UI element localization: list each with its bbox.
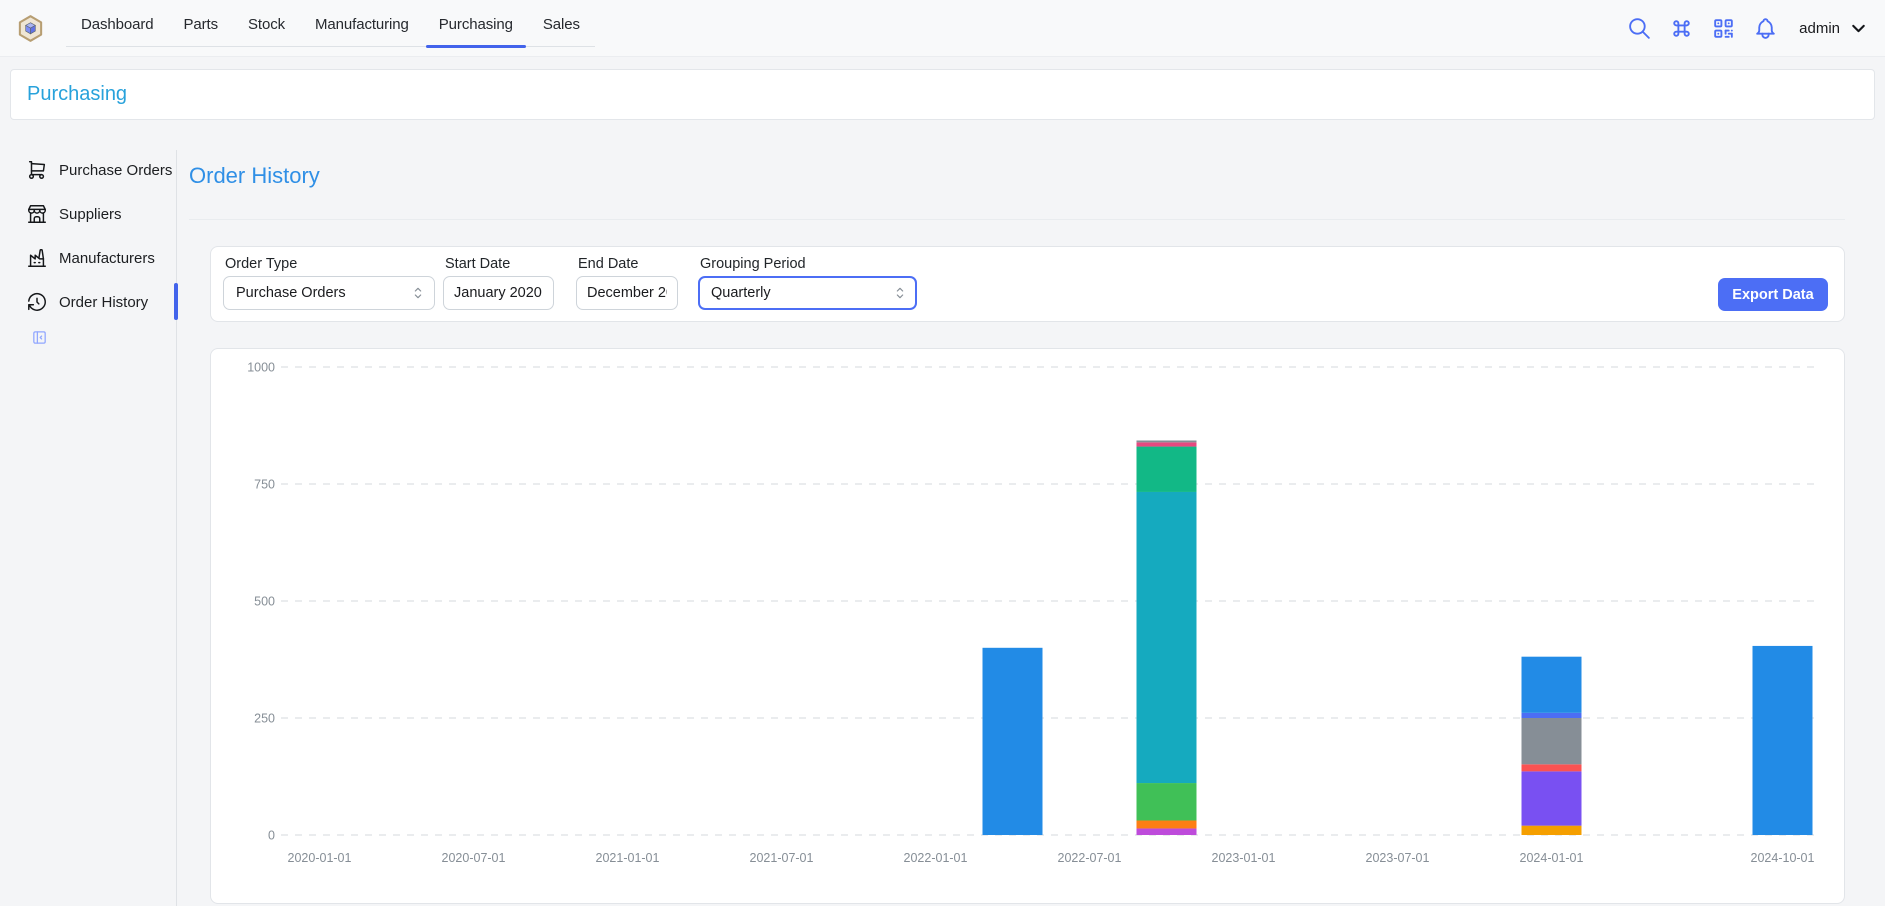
bar-segment-2022-10-01[interactable]	[1137, 440, 1197, 442]
nav-tab-sales[interactable]: Sales	[528, 3, 595, 46]
notifications-bell-icon[interactable]	[1753, 16, 1778, 41]
x-axis-tick-label: 2022-07-01	[1058, 851, 1122, 865]
x-axis-tick-label: 2024-01-01	[1520, 851, 1584, 865]
sidebar-item-label: Purchase Orders	[59, 162, 172, 179]
title-divider	[189, 219, 1845, 220]
bar-segment-2024-01-01[interactable]	[1522, 826, 1582, 835]
purchasing-sidebar: Purchase Orders Suppliers Manufacturers …	[26, 148, 174, 324]
nav-tab-parts[interactable]: Parts	[168, 3, 233, 46]
breadcrumb-purchasing-link[interactable]: Purchasing	[27, 83, 127, 106]
end-date-filter: End Date	[576, 256, 678, 310]
sidebar-item-order-history[interactable]: Order History	[26, 280, 174, 324]
command-palette-icon[interactable]	[1669, 16, 1694, 41]
x-axis-tick-label: 2022-01-01	[904, 851, 968, 865]
bar-segment-2024-01-01[interactable]	[1522, 657, 1582, 713]
sidebar-item-label: Suppliers	[59, 206, 122, 223]
bar-segment-2022-04-01[interactable]	[983, 648, 1043, 835]
factory-icon	[26, 247, 48, 269]
y-axis-tick-label: 500	[254, 595, 275, 609]
x-axis-tick-label: 2023-01-01	[1212, 851, 1276, 865]
x-axis-tick-label: 2021-01-01	[596, 851, 660, 865]
end-date-input[interactable]	[576, 276, 678, 310]
user-menu[interactable]: admin	[1799, 18, 1869, 39]
bar-segment-2022-10-01[interactable]	[1137, 442, 1197, 446]
sidebar-divider	[176, 150, 177, 906]
start-date-filter: Start Date	[443, 256, 554, 310]
grouping-period-value: Quarterly	[711, 285, 771, 301]
navbar-actions: admin	[1627, 16, 1869, 41]
nav-tab-dashboard[interactable]: Dashboard	[66, 3, 168, 46]
x-axis-tick-label: 2020-07-01	[442, 851, 506, 865]
sidebar-item-label: Order History	[59, 294, 148, 311]
sidebar-active-indicator	[174, 283, 178, 320]
bar-segment-2022-10-01[interactable]	[1137, 820, 1197, 828]
bar-segment-2022-10-01[interactable]	[1137, 828, 1197, 835]
order-history-chart[interactable]: 0 250 500 750 1000 2020-01-01 2020-07-01 2021-0…	[211, 349, 1844, 903]
y-axis-tick-label: 0	[268, 829, 275, 843]
order-type-value: Purchase Orders	[236, 285, 346, 301]
shopping-cart-icon	[26, 159, 48, 181]
inventree-logo-icon	[16, 14, 45, 43]
sidebar-item-manufacturers[interactable]: Manufacturers	[26, 236, 174, 280]
grouping-period-label: Grouping Period	[700, 256, 917, 272]
order-type-filter: Order Type Purchase Orders	[223, 256, 435, 310]
nav-tab-purchasing[interactable]: Purchasing	[424, 3, 528, 46]
sidebar-item-label: Manufacturers	[59, 250, 155, 267]
chevron-down-icon	[1848, 18, 1869, 39]
selector-icon	[892, 285, 908, 301]
page-title: Order History	[189, 163, 320, 189]
search-icon[interactable]	[1627, 16, 1652, 41]
bar-segment-2024-01-01[interactable]	[1522, 771, 1582, 825]
export-data-button[interactable]: Export Data	[1718, 278, 1828, 311]
top-navbar: Dashboard Parts Stock Manufacturing Purc…	[0, 0, 1885, 57]
bar-segment-2024-01-01[interactable]	[1522, 713, 1582, 718]
bar-segment-2022-10-01[interactable]	[1137, 492, 1197, 783]
order-history-chart-card: 0 250 500 750 1000 2020-01-01 2020-07-01 2021-0…	[210, 348, 1845, 904]
x-axis-tick-label: 2024-10-01	[1751, 851, 1815, 865]
sidebar-item-purchase-orders[interactable]: Purchase Orders	[26, 148, 174, 192]
building-store-icon	[26, 203, 48, 225]
order-history-icon	[26, 291, 48, 313]
y-axis-tick-label: 750	[254, 478, 275, 492]
grouping-period-select[interactable]: Quarterly	[698, 276, 917, 310]
bar-segment-2022-10-01[interactable]	[1137, 783, 1197, 820]
app-logo[interactable]	[16, 13, 46, 43]
grouping-period-filter: Grouping Period Quarterly	[698, 256, 917, 310]
breadcrumb: Purchasing	[10, 69, 1875, 120]
sidebar-item-suppliers[interactable]: Suppliers	[26, 192, 174, 236]
bar-segment-2024-10-01[interactable]	[1753, 646, 1813, 835]
y-axis-tick-label: 250	[254, 712, 275, 726]
x-axis-tick-label: 2021-07-01	[750, 851, 814, 865]
x-axis-tick-label: 2023-07-01	[1366, 851, 1430, 865]
sidebar-collapse-icon[interactable]	[31, 329, 48, 346]
y-axis-tick-label: 1000	[247, 361, 275, 375]
selector-icon	[410, 285, 426, 301]
start-date-input[interactable]	[443, 276, 554, 310]
bar-segment-2024-01-01[interactable]	[1522, 764, 1582, 771]
nav-tab-manufacturing[interactable]: Manufacturing	[300, 3, 424, 46]
order-type-label: Order Type	[225, 256, 435, 272]
username-label: admin	[1799, 20, 1840, 37]
end-date-label: End Date	[578, 256, 678, 272]
order-type-select[interactable]: Purchase Orders	[223, 276, 435, 310]
x-axis-tick-label: 2020-01-01	[288, 851, 352, 865]
nav-tabs: Dashboard Parts Stock Manufacturing Purc…	[66, 3, 595, 47]
bar-segment-2022-10-01[interactable]	[1137, 447, 1197, 492]
bar-segment-2024-01-01[interactable]	[1522, 718, 1582, 764]
nav-tab-stock[interactable]: Stock	[233, 3, 300, 46]
qrcode-scan-icon[interactable]	[1711, 16, 1736, 41]
start-date-label: Start Date	[445, 256, 554, 272]
filter-panel: Order Type Purchase Orders Start Date En…	[210, 246, 1845, 322]
